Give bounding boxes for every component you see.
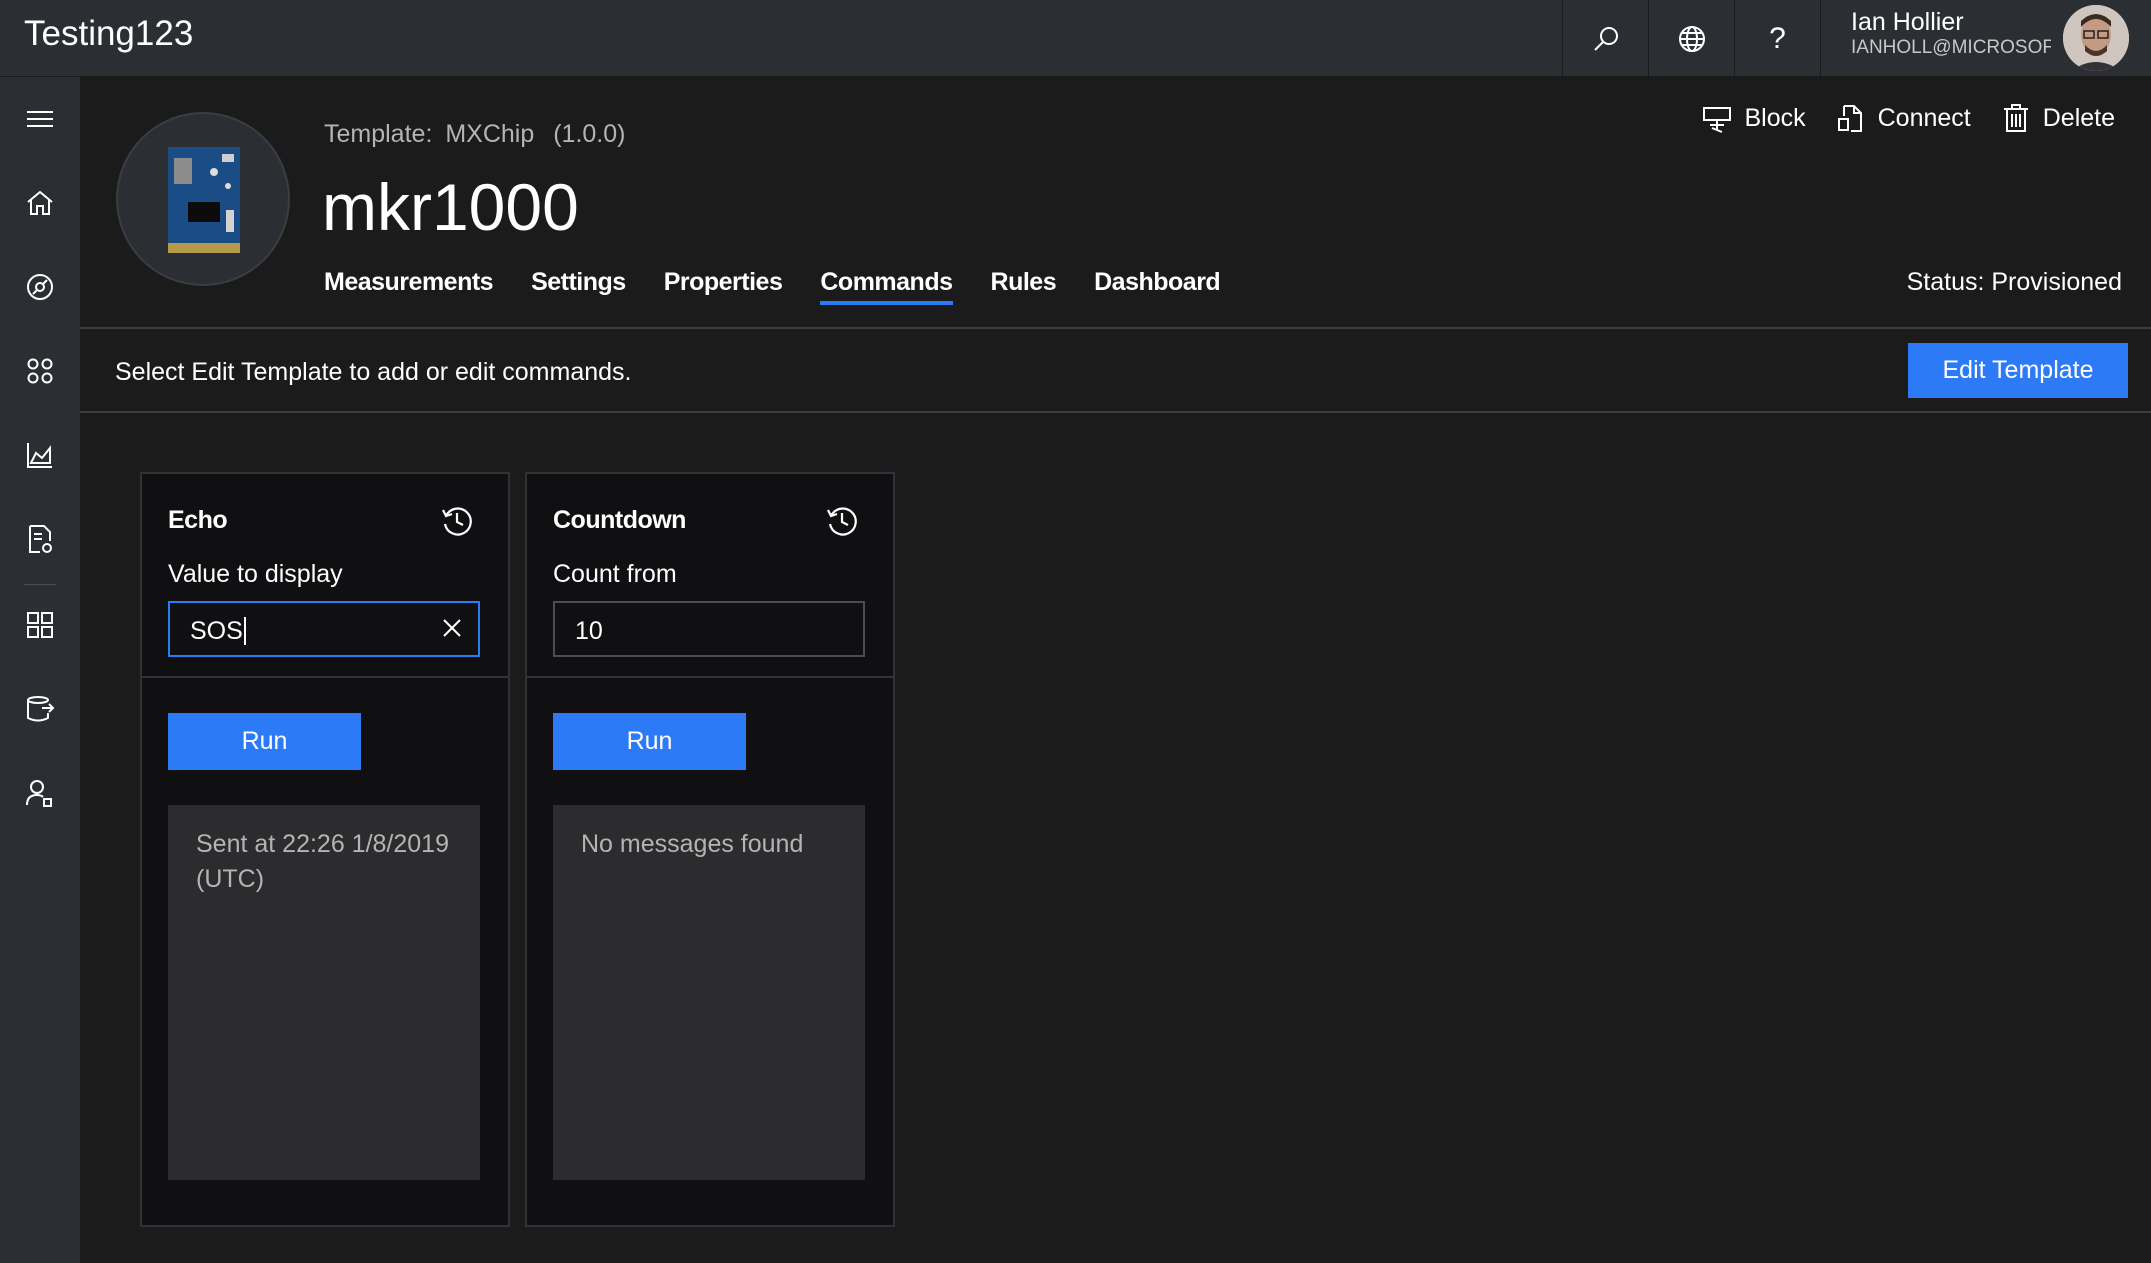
edit-template-button[interactable]: Edit Template	[1908, 343, 2128, 398]
command-title: Countdown	[553, 506, 686, 534]
command-history-box: No messages found	[553, 805, 865, 1180]
nav-administration[interactable]	[0, 763, 80, 823]
avatar-image	[2063, 5, 2129, 71]
command-card-echo: Echo Value to display SOS Run Sent at 22…	[140, 472, 510, 1227]
commands-hint-text: Select Edit Template to add or edit comm…	[115, 358, 632, 386]
nav-continuous-export[interactable]	[0, 679, 80, 739]
history-icon[interactable]	[440, 504, 474, 538]
delete-label: Delete	[2042, 103, 2115, 132]
nav-device-templates[interactable]	[0, 595, 80, 655]
command-title: Echo	[168, 506, 228, 534]
avatar[interactable]	[2063, 5, 2129, 71]
run-button[interactable]: Run	[553, 713, 746, 770]
block-label: Block	[1744, 103, 1806, 132]
jobs-icon	[29, 525, 52, 553]
device-image	[116, 112, 290, 286]
home-icon	[27, 190, 53, 215]
text-cursor	[243, 617, 246, 645]
template-prefix: Template:	[324, 120, 433, 148]
connect-label: Connect	[1877, 103, 1971, 132]
card-divider	[527, 676, 893, 678]
device-actions: Block Connect Delete	[1672, 103, 2115, 133]
left-navigation-rail	[0, 77, 80, 1263]
user-account[interactable]: Ian Hollier IANHOLL@MICROSOF...	[1820, 0, 2151, 77]
app-title[interactable]: Testing123	[24, 14, 193, 54]
menu-icon	[27, 111, 53, 127]
administration-icon	[26, 780, 52, 807]
device-explorer-icon	[27, 274, 53, 300]
block-button[interactable]: Block	[1702, 103, 1806, 133]
search-icon	[1593, 26, 1618, 51]
command-message: No messages found	[581, 830, 804, 858]
tab-measurements[interactable]: Measurements	[324, 268, 494, 305]
device-header: Template: MXChip (1.0.0) mkr1000 Measure…	[80, 77, 2151, 328]
user-name: Ian Hollier	[1851, 8, 1964, 36]
device-tabs: Measurements Settings Properties Command…	[324, 268, 1258, 305]
field-label: Value to display	[168, 560, 343, 588]
top-icon-group: ?	[1562, 0, 1820, 77]
history-icon[interactable]	[825, 504, 859, 538]
delete-button[interactable]: Delete	[2001, 103, 2115, 133]
block-icon	[1703, 107, 1732, 133]
nav-device-explorer[interactable]	[0, 257, 80, 317]
device-templates-icon	[27, 612, 53, 638]
rail-divider	[24, 584, 56, 585]
help-icon: ?	[1769, 21, 1786, 55]
trash-icon	[2003, 104, 2028, 132]
connect-button[interactable]: Connect	[1836, 103, 1971, 133]
close-icon[interactable]	[440, 616, 464, 640]
device-status: Status: Provisioned	[1906, 268, 2122, 296]
language-button[interactable]	[1648, 0, 1734, 77]
tab-properties[interactable]: Properties	[664, 268, 783, 305]
globe-icon	[1678, 25, 1705, 52]
header-divider	[80, 327, 2151, 329]
device-sets-icon	[27, 358, 53, 384]
tab-dashboard[interactable]: Dashboard	[1094, 268, 1221, 305]
search-button[interactable]	[1562, 0, 1648, 77]
template-name[interactable]: MXChip	[445, 120, 534, 148]
nav-jobs[interactable]	[0, 509, 80, 569]
analytics-icon	[27, 443, 52, 468]
card-divider	[142, 676, 508, 678]
hint-divider	[80, 411, 2151, 413]
connect-icon	[1837, 105, 1862, 132]
mxchip-board-image	[168, 147, 240, 253]
nav-analytics[interactable]	[0, 425, 80, 485]
field-label: Count from	[553, 560, 677, 588]
run-button[interactable]: Run	[168, 713, 361, 770]
input-value: SOS	[190, 617, 243, 645]
input-value: 10	[575, 617, 603, 645]
top-bar: Testing123 ? Ian Hollier IANHOLL@MICROSO…	[0, 0, 2151, 77]
command-card-countdown: Countdown Count from 10 Run No messages …	[525, 472, 895, 1227]
nav-home[interactable]	[0, 173, 80, 233]
tab-rules[interactable]: Rules	[991, 268, 1057, 305]
template-version: (1.0.0)	[553, 120, 626, 148]
tab-commands[interactable]: Commands	[820, 268, 953, 305]
template-info: Template: MXChip (1.0.0)	[324, 120, 625, 149]
tab-settings[interactable]: Settings	[531, 268, 626, 305]
nav-menu-button[interactable]	[0, 89, 80, 149]
continuous-export-icon	[27, 696, 55, 722]
command-history-box: Sent at 22:26 1/8/2019 (UTC)	[168, 805, 480, 1180]
value-to-display-input[interactable]: SOS	[168, 601, 480, 657]
device-name: mkr1000	[322, 170, 579, 244]
command-message: Sent at 22:26 1/8/2019 (UTC)	[196, 830, 449, 893]
nav-device-sets[interactable]	[0, 341, 80, 401]
help-button[interactable]: ?	[1734, 0, 1820, 77]
count-from-input[interactable]: 10	[553, 601, 865, 657]
user-email: IANHOLL@MICROSOF...	[1851, 37, 2051, 58]
